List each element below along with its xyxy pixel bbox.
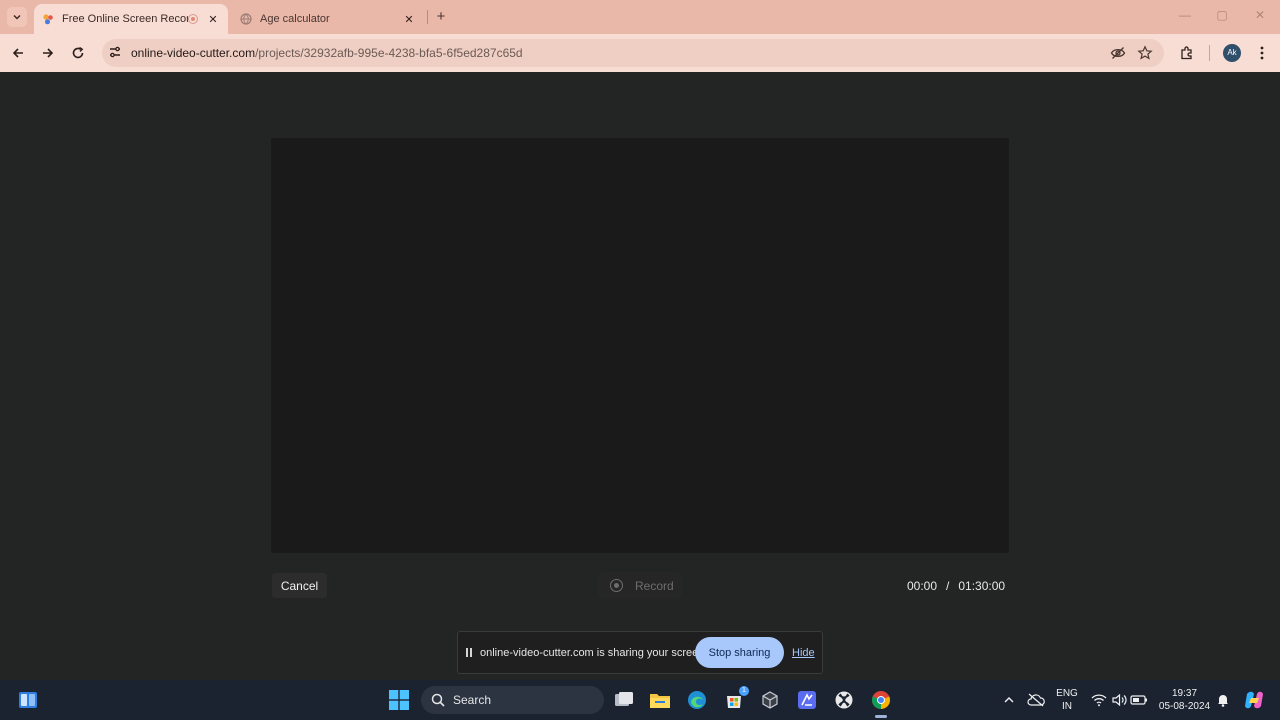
timer-separator: /	[946, 579, 950, 593]
maximize-icon[interactable]: ▢	[1212, 8, 1232, 26]
hide-sharing-bar-link[interactable]: Hide	[792, 647, 815, 659]
tab-title: Free Online Screen Recorde	[62, 13, 188, 25]
region-code: IN	[1062, 701, 1072, 712]
cloud-off-icon[interactable]	[1024, 688, 1048, 712]
taskbar-search[interactable]: Search	[421, 686, 604, 714]
widgets-icon[interactable]	[16, 688, 40, 712]
elapsed-time: 00:00	[907, 579, 938, 593]
record-label: Record	[635, 578, 674, 593]
xbox-icon[interactable]	[832, 688, 856, 712]
extensions-puzzle-icon[interactable]	[1178, 44, 1196, 62]
time-limit: 01:30:00	[958, 579, 1006, 593]
pause-icon	[466, 648, 472, 657]
record-button[interactable]: Record	[598, 572, 682, 599]
copilot-icon[interactable]	[1242, 688, 1266, 712]
editor-app-icon[interactable]	[795, 688, 819, 712]
clock[interactable]: 19:37 05-08-2024	[1156, 687, 1213, 713]
bookmark-star-icon[interactable]	[1136, 44, 1154, 62]
search-label: Search	[453, 693, 492, 707]
search-icon	[431, 693, 445, 707]
chevron-up-icon[interactable]	[997, 688, 1021, 712]
tab-separator	[427, 10, 428, 24]
tab-title: Age calculator	[260, 13, 330, 25]
language-code: ENG	[1056, 688, 1078, 699]
cancel-button[interactable]: Cancel	[272, 573, 327, 598]
notification-bell-icon[interactable]	[1211, 688, 1235, 712]
active-app-indicator	[875, 715, 887, 718]
reload-button[interactable]	[68, 43, 88, 63]
tab-search-button[interactable]	[7, 7, 27, 27]
toolbar-divider	[1209, 45, 1210, 61]
language-indicator[interactable]: ENG IN	[1052, 687, 1082, 713]
chrome-icon[interactable]	[869, 688, 893, 712]
recorder-favicon-icon	[43, 14, 53, 25]
app-cube-icon[interactable]	[758, 688, 782, 712]
chevron-down-icon	[13, 14, 21, 20]
globe-favicon-icon	[240, 13, 252, 25]
profile-avatar[interactable]: Ak	[1223, 44, 1241, 62]
windows-start-icon[interactable]	[387, 688, 411, 712]
reload-icon	[72, 46, 84, 59]
sharing-message: online-video-cutter.com is sharing your …	[480, 647, 708, 659]
url-host: online-video-cutter.com	[131, 46, 256, 60]
store-notification-badge: 1	[739, 686, 749, 696]
minimize-icon[interactable]: —	[1175, 8, 1195, 26]
edge-browser-icon[interactable]	[685, 688, 709, 712]
more-menu-icon[interactable]	[1253, 44, 1271, 62]
back-button[interactable]	[8, 43, 28, 63]
url-path: /projects/32932afb-995e-4238-bfa5-6f5ed2…	[255, 46, 523, 60]
file-explorer-icon[interactable]	[648, 688, 672, 712]
record-icon	[610, 579, 623, 592]
eye-off-icon[interactable]	[1109, 44, 1127, 62]
url-text[interactable]: online-video-cutter.com/projects/32932af…	[131, 46, 523, 60]
clock-date: 05-08-2024	[1158, 701, 1211, 712]
arrow-right-icon	[43, 48, 54, 58]
recording-timer: 00:00 / 01:30:00	[907, 579, 1005, 593]
battery-icon[interactable]	[1127, 688, 1151, 712]
forward-button[interactable]	[38, 43, 58, 63]
recording-preview	[271, 138, 1009, 553]
tab-close-icon[interactable]: ✕	[206, 13, 220, 26]
new-tab-button[interactable]: +	[432, 8, 450, 26]
tab-close-icon[interactable]: ✕	[402, 13, 416, 26]
tab-age-calculator[interactable]: Age calculator ✕	[232, 4, 424, 34]
tab-screen-recorder[interactable]: Free Online Screen Recorde ✕	[34, 4, 228, 34]
task-view-icon[interactable]	[612, 688, 636, 712]
site-settings-icon[interactable]	[108, 45, 122, 59]
recording-indicator-icon	[188, 14, 198, 24]
arrow-left-icon	[12, 48, 23, 58]
clock-time: 19:37	[1171, 688, 1198, 699]
stop-sharing-button[interactable]: Stop sharing	[695, 637, 784, 668]
window-close-icon[interactable]: ✕	[1250, 8, 1270, 26]
